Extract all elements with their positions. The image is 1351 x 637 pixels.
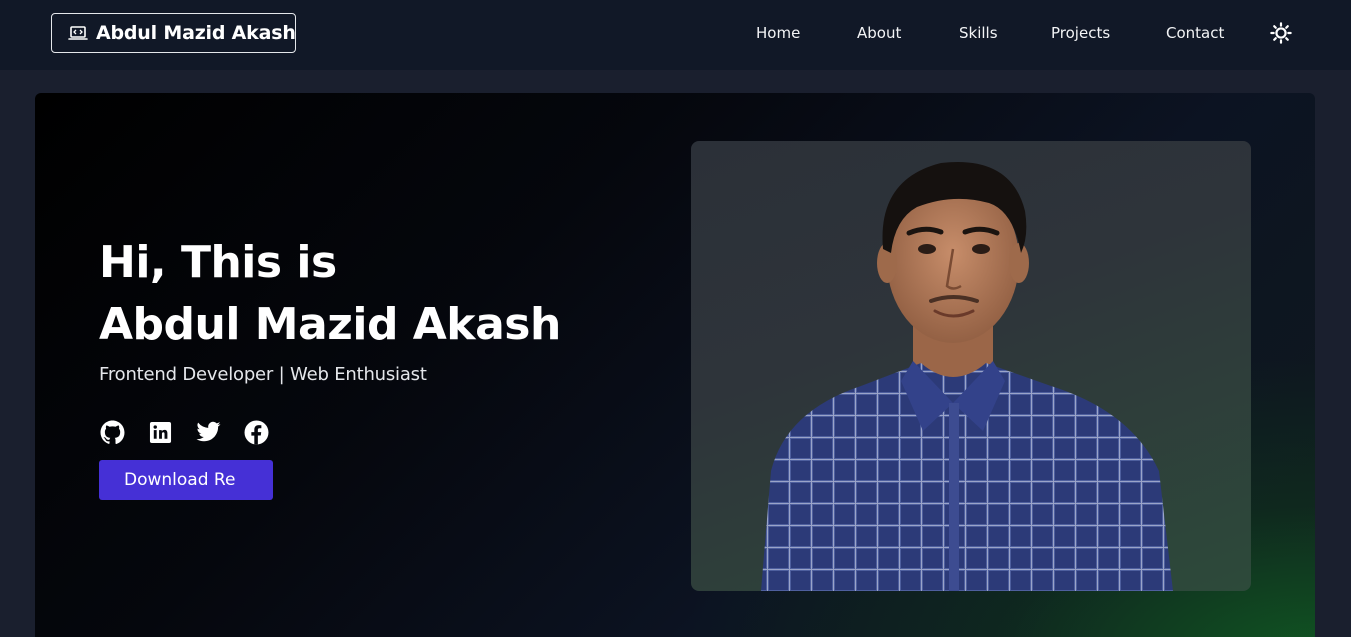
twitter-icon: [196, 421, 221, 443]
nav-link-contact[interactable]: Contact: [1166, 24, 1224, 42]
profile-photo: [691, 141, 1251, 591]
hero-subtitle: Frontend Developer | Web Enthusiast: [99, 364, 427, 385]
brand-logo-button[interactable]: Abdul Mazid Akash: [51, 13, 296, 53]
github-link[interactable]: [99, 419, 125, 445]
nav-link-skills[interactable]: Skills: [959, 24, 998, 42]
nav-link-about[interactable]: About: [857, 24, 901, 42]
hero-greeting: Hi, This is: [99, 237, 337, 288]
download-resume-button[interactable]: Download Re: [99, 460, 273, 500]
nav-link-home[interactable]: Home: [756, 24, 800, 42]
github-icon: [100, 420, 125, 445]
twitter-link[interactable]: [195, 419, 221, 445]
theme-toggle-button[interactable]: [1269, 21, 1293, 45]
sun-icon: [1270, 22, 1292, 44]
navbar: Abdul Mazid Akash Home About Skills Proj…: [0, 0, 1351, 70]
brand-name: Abdul Mazid Akash: [96, 22, 296, 44]
facebook-link[interactable]: [243, 419, 269, 445]
hero-name: Abdul Mazid Akash: [99, 299, 561, 350]
facebook-icon: [244, 420, 269, 445]
code-laptop-icon: [68, 25, 88, 41]
linkedin-link[interactable]: [147, 419, 173, 445]
hero-section: Hi, This is Abdul Mazid Akash Frontend D…: [35, 93, 1315, 637]
nav-link-projects[interactable]: Projects: [1051, 24, 1110, 42]
linkedin-icon: [149, 421, 172, 444]
